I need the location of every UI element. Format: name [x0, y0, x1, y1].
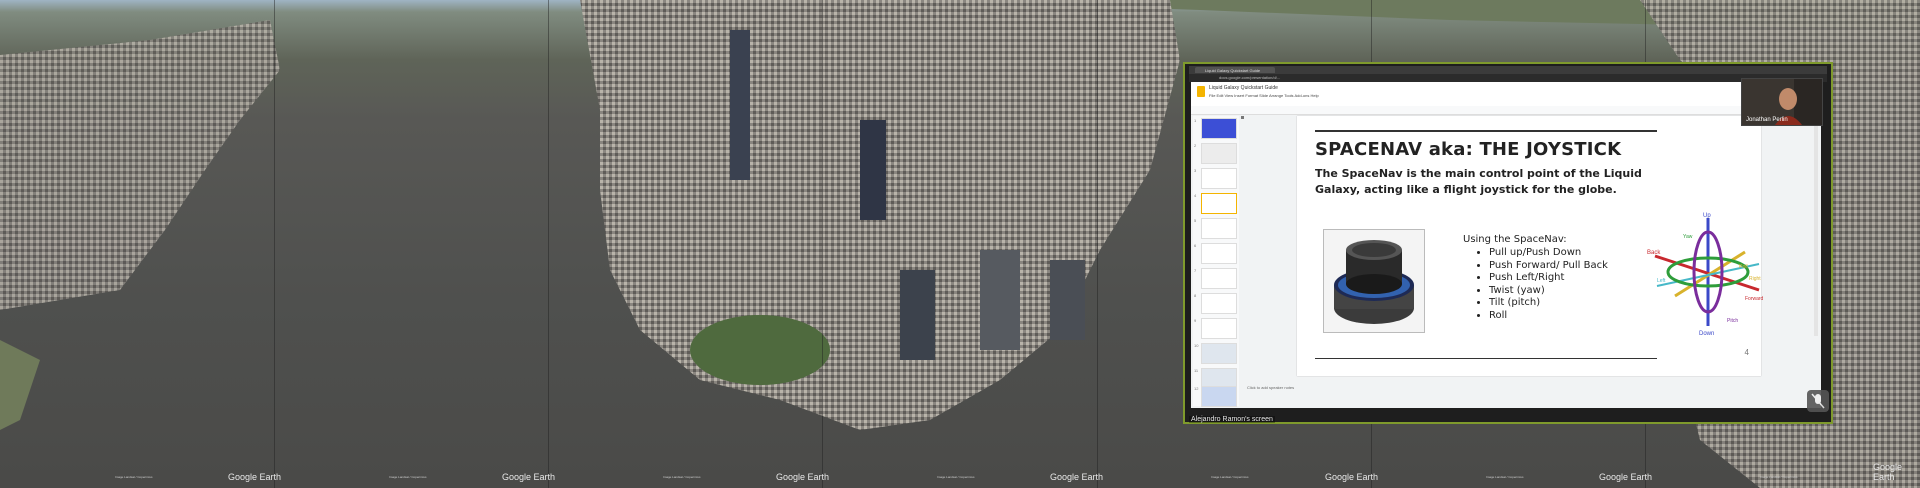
- panel-divider: [1097, 0, 1098, 488]
- slide-page-number: 4: [1744, 348, 1749, 357]
- six-axis-diagram: Up Down Back Forward Left Right Yaw Pitc…: [1647, 213, 1764, 337]
- thumb-number: 2: [1194, 143, 1197, 148]
- panel-divider: [822, 0, 823, 488]
- mic-off-button[interactable]: [1807, 390, 1829, 412]
- spacenav-usage-heading: Using the SpaceNav:: [1463, 234, 1567, 245]
- spacenav-photo: [1323, 229, 1425, 333]
- imagery-credit: Image Landsat / Copernicus: [663, 475, 701, 479]
- slides-editor: Liquid Galaxy Quickstart Guide File Edit…: [1191, 82, 1821, 408]
- slide-thumbnail[interactable]: [1201, 168, 1237, 189]
- google-earth-watermark: Google Earth: [502, 472, 556, 482]
- thumb-number: 3: [1194, 168, 1197, 173]
- panel-divider: [274, 0, 275, 488]
- participant-video-tile[interactable]: Jonathan Perlin: [1741, 78, 1823, 126]
- screen-share-window[interactable]: Liquid Galaxy Quickstart Guide docs.goog…: [1183, 62, 1833, 424]
- spacenav-usage-list: Pull up/Push Down Push Forward/ Pull Bac…: [1463, 247, 1608, 323]
- document-title[interactable]: Liquid Galaxy Quickstart Guide: [1209, 85, 1278, 91]
- thumb-number: 5: [1194, 218, 1197, 223]
- imagery-credit: Image Landsat / Copernicus: [115, 475, 153, 479]
- participant-name: Jonathan Perlin: [1746, 117, 1788, 123]
- thumb-number: 8: [1194, 293, 1197, 298]
- slide-thumbnail[interactable]: [1201, 268, 1237, 289]
- spacenav-device-icon: [1334, 240, 1414, 324]
- axis-label-roll: Roll: [1739, 264, 1748, 270]
- axis-label-back: Back: [1647, 250, 1661, 256]
- google-earth-watermark: Google Earth: [1599, 472, 1653, 482]
- list-item: Push Forward/ Pull Back: [1489, 260, 1608, 273]
- axis-label-right: Right: [1749, 276, 1761, 282]
- list-item: Twist (yaw): [1489, 285, 1608, 298]
- thumb-number: 12: [1194, 386, 1199, 391]
- axis-label-left: Left: [1657, 278, 1666, 284]
- thumb-number: 10: [1194, 343, 1199, 348]
- browser-tab-title: Liquid Galaxy Quickstart Guide: [1205, 68, 1261, 73]
- slide-thumbnail[interactable]: [1201, 118, 1237, 139]
- google-earth-watermark: Google Earth: [1325, 472, 1379, 482]
- thumb-number: 6: [1194, 243, 1197, 248]
- speaker-notes-placeholder[interactable]: Click to add speaker notes: [1247, 385, 1294, 390]
- mic-off-icon: [1811, 393, 1825, 409]
- slide-body-text: The SpaceNav is the main control point o…: [1315, 167, 1642, 196]
- thumb-number: 4: [1194, 193, 1197, 198]
- slide-thumbnail[interactable]: [1201, 318, 1237, 339]
- slides-menubar: Liquid Galaxy Quickstart Guide File Edit…: [1191, 82, 1821, 106]
- slide-thumbnail[interactable]: [1201, 143, 1237, 164]
- slide-rule-top: [1315, 130, 1657, 132]
- slide-thumbnail-selected[interactable]: [1201, 193, 1237, 214]
- slide-canvas[interactable]: SPACENAV aka: THE JOYSTICK The SpaceNav …: [1297, 116, 1764, 376]
- thumb-number: 11: [1194, 368, 1199, 373]
- slide-title: SPACENAV aka: THE JOYSTICK: [1315, 139, 1622, 160]
- slides-toolbar[interactable]: [1191, 106, 1821, 119]
- axis-label-up: Up: [1703, 213, 1711, 219]
- axis-label-pitch: Pitch: [1727, 318, 1738, 324]
- address-url: docs.google.com/presentation/d/...: [1219, 75, 1281, 80]
- axis-label-forward: Forward: [1745, 296, 1764, 302]
- slide-filmstrip[interactable]: 1 2 3 4 5 6 7 8 9 10 11 12: [1193, 116, 1239, 407]
- google-earth-watermark: Google Earth: [228, 472, 282, 482]
- list-item: Roll: [1489, 310, 1608, 323]
- slides-logo-icon: [1197, 86, 1205, 97]
- slide-thumbnail[interactable]: [1201, 343, 1237, 364]
- google-earth-watermark: Google Earth: [1873, 462, 1903, 482]
- slide-thumbnail[interactable]: [1201, 243, 1237, 264]
- panel-divider: [548, 0, 549, 488]
- imagery-credit: Image Landsat / Copernicus: [1486, 475, 1524, 479]
- presenter-label: Alejandro Ramon's screen: [1189, 416, 1275, 423]
- slide-thumbnail[interactable]: [1201, 386, 1237, 407]
- slide-thumbnail[interactable]: [1201, 293, 1237, 314]
- imagery-credit: Image Landsat / Copernicus: [937, 475, 975, 479]
- list-item: Pull up/Push Down: [1489, 247, 1608, 260]
- browser-tab-bar: Liquid Galaxy Quickstart Guide: [1189, 66, 1827, 74]
- menu-bar-items[interactable]: File Edit View Insert Format Slide Arran…: [1209, 93, 1319, 98]
- address-bar[interactable]: docs.google.com/presentation/d/...: [1189, 74, 1827, 82]
- imagery-credit: Image Landsat / Copernicus: [1760, 475, 1798, 479]
- imagery-credit: Image Landsat / Copernicus: [1211, 475, 1249, 479]
- slide-rule-bottom: [1315, 358, 1657, 359]
- slide-thumbnail[interactable]: [1201, 218, 1237, 239]
- google-earth-watermark: Google Earth: [1050, 472, 1104, 482]
- thumb-number: 1: [1194, 118, 1197, 123]
- axis-label-yaw: Yaw: [1683, 234, 1693, 240]
- imagery-credit: Image Landsat / Copernicus: [389, 475, 427, 479]
- axis-label-down: Down: [1699, 331, 1714, 337]
- list-item: Tilt (pitch): [1489, 297, 1608, 310]
- vertical-scrollbar[interactable]: [1814, 116, 1818, 336]
- list-item: Push Left/Right: [1489, 272, 1608, 285]
- line-icon[interactable]: [1241, 116, 1244, 119]
- thumb-number: 9: [1194, 318, 1197, 323]
- thumb-number: 7: [1194, 268, 1197, 273]
- google-earth-watermark: Google Earth: [776, 472, 830, 482]
- browser-tab[interactable]: Liquid Galaxy Quickstart Guide: [1195, 67, 1275, 73]
